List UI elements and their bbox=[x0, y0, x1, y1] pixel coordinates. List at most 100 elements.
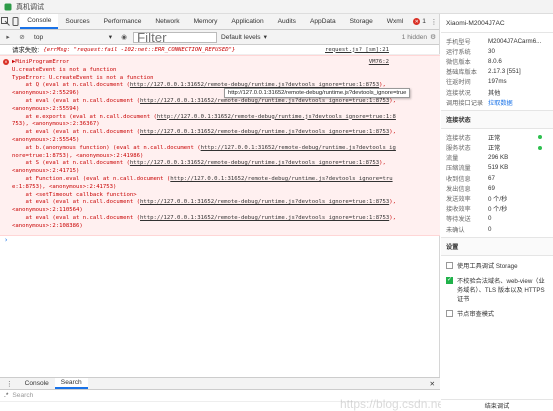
stack-text: <anonymous>:2:55296) bbox=[12, 90, 80, 97]
stack-link[interactable]: http://127.0.0.1:31652/remote-debug/runt… bbox=[157, 114, 396, 120]
status-row: 流量 296 KB bbox=[441, 153, 553, 163]
tab-console[interactable]: Console bbox=[20, 14, 59, 29]
end-debug-button[interactable]: 结束调试 bbox=[441, 399, 553, 411]
stack-line: TypeError: U.createEvent is not a functi… bbox=[12, 75, 440, 83]
tab-performance[interactable]: Performance bbox=[97, 14, 149, 29]
stack-link[interactable]: http://127.0.0.1:31652/remote-debug/runt… bbox=[140, 199, 389, 205]
tab-network[interactable]: Network bbox=[148, 14, 186, 29]
stack-line: at <setTimeout callback function> bbox=[12, 192, 440, 200]
checkbox[interactable]: ✓ bbox=[446, 277, 453, 285]
tab-appdata[interactable]: AppData bbox=[303, 14, 343, 29]
eye-icon[interactable]: ◉ bbox=[119, 32, 129, 42]
stack-line: at eval (eval at n.call.document (http:/… bbox=[12, 98, 440, 106]
drawer-tab-search[interactable]: Search bbox=[54, 378, 88, 389]
checkbox[interactable] bbox=[446, 262, 453, 270]
stack-text: e:1:8753), <anonymous>:2:41753) bbox=[12, 183, 117, 190]
gear-icon[interactable]: ⚙ bbox=[430, 33, 436, 41]
info-row: 连接状况 其他 bbox=[441, 87, 553, 97]
checkbox[interactable] bbox=[446, 310, 453, 318]
info-value: 197ms bbox=[488, 78, 507, 86]
setting-option[interactable]: 节点审查模式 bbox=[441, 306, 553, 321]
context-select[interactable]: top ▾ bbox=[31, 33, 115, 42]
window-title: 真机调试 bbox=[16, 3, 44, 11]
tab-audits[interactable]: Audits bbox=[271, 14, 303, 29]
error-count-badge[interactable]: ✕ 1 bbox=[410, 14, 429, 29]
levels-select[interactable]: Default levels ▾ bbox=[221, 33, 281, 42]
error-message: ✕ VM76:2 ▶MiniProgramError U.createEvent … bbox=[0, 55, 440, 236]
status-key: 服务状态 bbox=[446, 145, 471, 153]
status-value: 0 bbox=[488, 215, 492, 223]
stack-text: 753), <anonymous>:2:36367) bbox=[12, 121, 100, 128]
stack-text: <anonymous>:2:55594) bbox=[12, 105, 80, 112]
status-value: 0 bbox=[488, 225, 492, 233]
console-toolbar: ▸ ⊘ top ▾ ◉ Default levels ▾ 1 hidden ⚙ bbox=[0, 30, 439, 45]
status-key: 流量 bbox=[446, 155, 459, 163]
setting-label: 使用工具调试 Storage bbox=[457, 263, 518, 271]
more-menu-icon[interactable]: ⋮ bbox=[429, 14, 439, 29]
stack-link[interactable]: http://127.0.0.1:31652/remote-debug/runt… bbox=[130, 160, 379, 166]
device-panel: Xiaomi-M2004J7AC 手机型号 M2004J7ACarm6... 运行系… bbox=[441, 14, 553, 411]
status-key: 收到信息 bbox=[446, 175, 471, 183]
tab-storage[interactable]: Storage bbox=[343, 14, 380, 29]
hidden-label: 1 hidden bbox=[401, 33, 428, 41]
stack-line: <anonymous>:2:55545) bbox=[12, 137, 440, 145]
drawer-tabs: ⋮ Console Search ✕ bbox=[0, 378, 440, 390]
error-icon: ✕ bbox=[3, 59, 9, 65]
console-prompt[interactable]: › bbox=[0, 236, 440, 246]
status-row: 收到信息 67 bbox=[441, 173, 553, 183]
info-key: 手机型号 bbox=[446, 38, 471, 46]
error-count: 1 bbox=[422, 18, 426, 25]
app-icon bbox=[4, 3, 12, 10]
setting-option[interactable]: 使用工具调试 Storage bbox=[441, 258, 553, 273]
stack-line: <anonymous>:2:110564) bbox=[12, 207, 440, 215]
device-toggle-icon[interactable] bbox=[10, 14, 20, 29]
status-key: 发出信息 bbox=[446, 185, 471, 193]
setting-option[interactable]: ✓ 不校验合法域名、web-view（业务域名）、TLS 版本以及 HTTPS 证… bbox=[441, 273, 553, 306]
stack-text: at eval (eval at n.call.document ( bbox=[12, 97, 140, 104]
stack-link[interactable]: http://127.0.0.1:31652/remote-debug/runt… bbox=[140, 98, 389, 104]
drawer-toggle-icon[interactable]: ▸ bbox=[3, 32, 13, 42]
stack-text: at b.(anonymous function) (eval at n.cal… bbox=[12, 144, 201, 151]
link-tooltip: http://127.0.0.1:31652/remote-debug/runt… bbox=[224, 88, 411, 98]
info-key: 基础库版本 bbox=[446, 69, 477, 77]
filter-input[interactable] bbox=[133, 31, 217, 43]
source-link[interactable]: request.js? [sm]:21 bbox=[325, 47, 389, 53]
status-value: 67 bbox=[488, 174, 495, 182]
regex-icon[interactable]: .* bbox=[4, 392, 8, 399]
tab-wxml[interactable]: Wxml bbox=[380, 14, 410, 29]
log-message: 请求失败: {errMsg: "request:fail -102:net::E… bbox=[0, 45, 440, 55]
stack-line: at eval (eval at n.call.document (http:/… bbox=[12, 129, 440, 137]
stack-text: <anonymous>:2:110564) bbox=[12, 207, 83, 214]
tab-sources[interactable]: Sources bbox=[58, 14, 96, 29]
stack-text: at Function.eval (eval at n.call.documen… bbox=[12, 175, 171, 182]
status-value: 0 个/秒 bbox=[488, 196, 508, 204]
info-row: 基础库版本 2.17.3 [551] bbox=[441, 67, 553, 77]
info-value: 8.0.6 bbox=[488, 57, 502, 65]
tab-application[interactable]: Application bbox=[224, 14, 270, 29]
inspect-icon[interactable] bbox=[0, 14, 10, 29]
info-value[interactable]: 拉取数据 bbox=[488, 98, 553, 107]
levels-value: Default levels bbox=[221, 33, 261, 41]
tab-memory[interactable]: Memory bbox=[187, 14, 225, 29]
drawer-menu-icon[interactable]: ⋮ bbox=[0, 378, 19, 389]
status-key: 等待发送 bbox=[446, 216, 471, 224]
info-row: 手机型号 M2004J7ACarm6... bbox=[441, 36, 553, 46]
stack-line: at eval (eval at n.call.document (http:/… bbox=[12, 199, 440, 207]
search-input[interactable]: Search bbox=[12, 392, 33, 399]
source-link[interactable]: VM76:2 bbox=[369, 59, 389, 65]
hidden-count: 1 hidden ⚙ bbox=[401, 33, 436, 42]
status-value: 519 KB bbox=[488, 164, 509, 172]
stack-text: <anonymous>:2:108386) bbox=[12, 222, 83, 229]
close-icon[interactable]: ✕ bbox=[424, 378, 440, 389]
stack-link[interactable]: http://127.0.0.1:31652/remote-debug/runt… bbox=[201, 145, 396, 151]
status-key: 接收效率 bbox=[446, 206, 471, 214]
setting-label: 不校验合法域名、web-view（业务域名）、TLS 版本以及 HTTPS 证书 bbox=[457, 278, 545, 304]
log-detail[interactable]: {errMsg: "request:fail -102:net::ERR_CON… bbox=[43, 47, 235, 53]
drawer-tab-console[interactable]: Console bbox=[19, 378, 55, 389]
stack-link[interactable]: http://127.0.0.1:31652/remote-debug/runt… bbox=[140, 215, 389, 221]
clear-console-icon[interactable]: ⊘ bbox=[17, 32, 27, 42]
stack-link[interactable]: http://127.0.0.1:31652/remote-debug/runt… bbox=[140, 129, 389, 135]
stack-link[interactable]: http://127.0.0.1:31652/remote-debug/runt… bbox=[170, 176, 392, 182]
stack-text: at eval (eval at n.call.document ( bbox=[12, 199, 140, 206]
stack-line: at S (eval at n.call.document (http://12… bbox=[12, 160, 440, 168]
